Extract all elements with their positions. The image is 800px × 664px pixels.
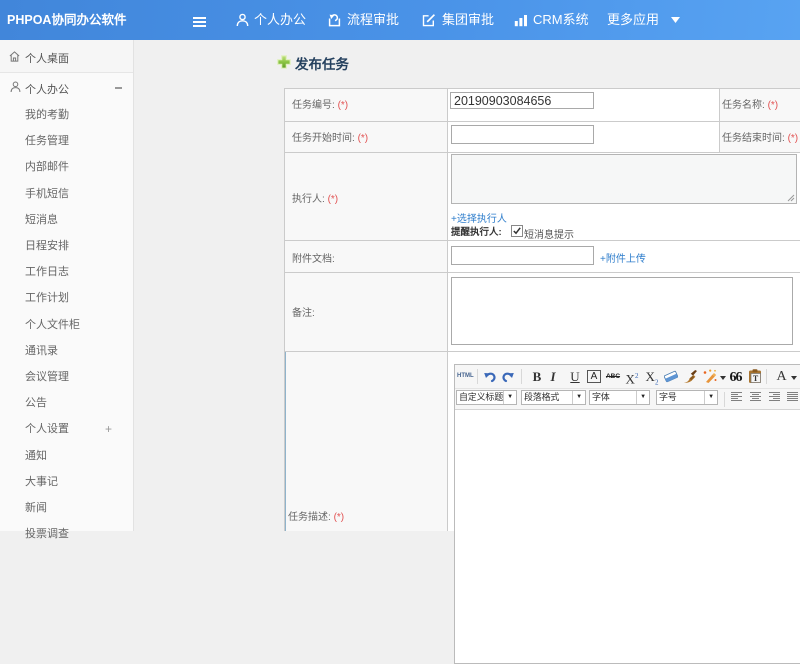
svg-text:T: T	[752, 374, 758, 383]
